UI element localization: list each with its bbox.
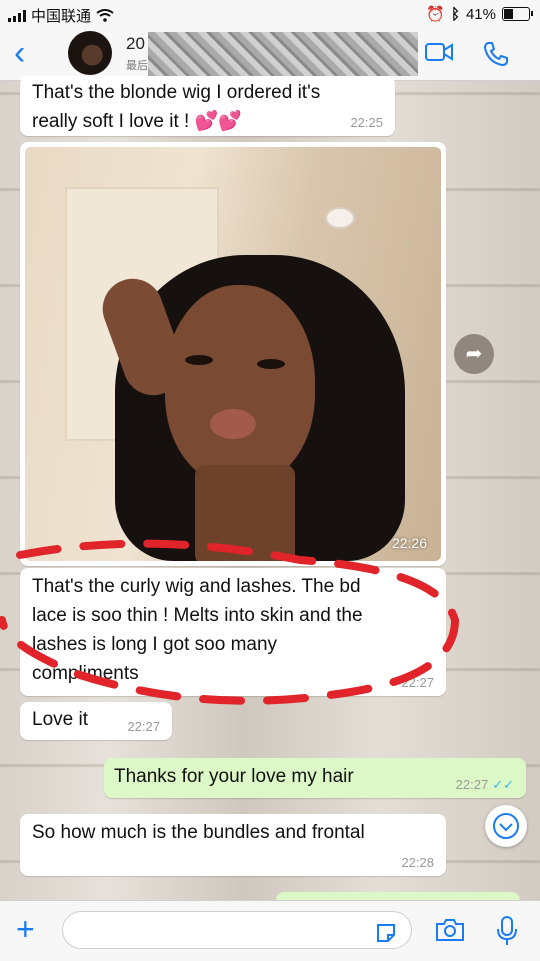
message-time: 22:27 (127, 719, 160, 734)
bluetooth-icon: ᛒ (450, 5, 460, 23)
photo-face (165, 285, 315, 485)
message-line: really soft I love it ! 💕💕 (32, 111, 242, 132)
message-time: 22:27 (455, 777, 489, 792)
avatar[interactable] (68, 31, 112, 75)
message-time: 22:28 (401, 855, 434, 870)
message-time: 22:25 (350, 115, 383, 130)
sticker-icon[interactable] (374, 921, 398, 945)
message-line: That's the blonde wig I ordered it's (32, 82, 321, 103)
photo-ceiling-light (325, 207, 355, 229)
message-line: So how much is the bundles and frontal (32, 822, 365, 843)
message-bubble[interactable]: So how much is the bundles and frontal 2… (20, 814, 446, 876)
message-input[interactable] (62, 911, 412, 949)
forward-icon[interactable]: ➦ (454, 334, 494, 374)
message-meta: 22:27 ✓✓ (456, 778, 514, 792)
signal-icon (8, 9, 26, 22)
photo-lips (210, 409, 256, 439)
message-bubble[interactable]: That's the blonde wig I ordered it's rea… (20, 76, 395, 136)
composer-bar: + (0, 900, 540, 961)
plus-icon[interactable]: + (16, 911, 35, 947)
redaction-blur (148, 32, 418, 76)
carrier-label: 中国联通 (31, 8, 92, 25)
message-line: Thanks for your love my hair (114, 766, 354, 787)
phone-icon[interactable] (482, 40, 510, 68)
scroll-to-bottom-button[interactable] (485, 805, 527, 847)
photo-eye-right (257, 359, 285, 369)
read-receipt-icon: ✓✓ (492, 777, 514, 792)
message-line: Love it (32, 709, 88, 730)
chat-header: ‹ 20 最后 (0, 28, 540, 81)
photo-eye-left (185, 355, 213, 365)
wifi-icon (96, 9, 114, 22)
chevron-left-icon[interactable]: ‹ (14, 36, 25, 70)
microphone-icon[interactable] (496, 915, 518, 947)
alarm-icon: ⏰ (426, 6, 445, 23)
contact-name[interactable]: 20 (126, 34, 145, 54)
video-call-icon[interactable] (424, 40, 454, 64)
camera-icon[interactable] (434, 917, 466, 943)
status-bar: 中国联通 ⏰ ᛒ 41% (0, 0, 540, 28)
battery-percent: 41% (465, 5, 496, 23)
red-dashed-annotation (0, 539, 460, 705)
photo-message[interactable]: 22:26 (20, 142, 446, 566)
message-bubble-outgoing[interactable]: Thanks for your love my hair 22:27 ✓✓ (104, 758, 526, 798)
message-bubble[interactable]: Love it 22:27 (20, 702, 172, 740)
contact-status: 最后 (126, 60, 148, 72)
battery-icon (502, 7, 533, 21)
chevron-down-icon (493, 813, 519, 839)
selfie-photo[interactable]: 22:26 (25, 147, 441, 561)
